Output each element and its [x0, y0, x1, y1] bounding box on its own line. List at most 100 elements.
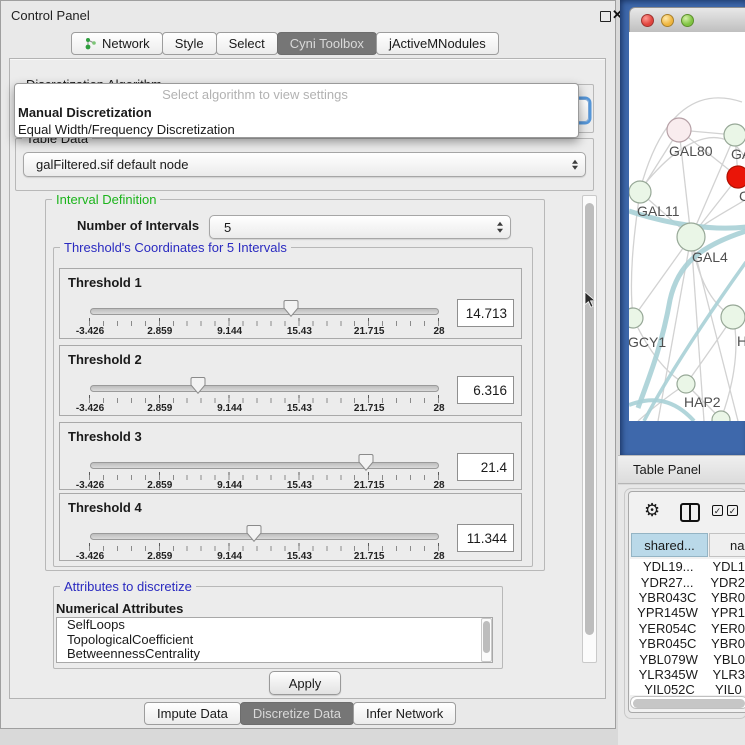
threshold-4-block: Threshold 4 -3.4262.8599.14415.4321.7152… — [59, 493, 522, 561]
tab-jactivemnodules[interactable]: jActiveMNodules — [376, 32, 499, 55]
threshold-1-slider[interactable]: -3.4262.8599.14415.4321.71528 — [90, 299, 439, 339]
table-row[interactable]: YDR27... YDR2 — [630, 574, 745, 589]
tick-label: 2.859 — [147, 480, 172, 491]
settings-scrollbar[interactable] — [582, 195, 597, 663]
cell-name[interactable]: YPR1 — [705, 605, 745, 620]
threshold-3-value-field[interactable]: 21.4 — [457, 453, 514, 481]
network-node[interactable] — [677, 223, 705, 251]
tick-labels: -3.4262.8599.14415.4321.71528 — [90, 403, 439, 414]
settings-gear-icon[interactable]: ⚙ — [644, 501, 660, 519]
table-row[interactable]: YPR145W YPR1 — [630, 605, 745, 620]
tab-network[interactable]: Network — [71, 32, 163, 55]
node-label: GAL4 — [692, 249, 728, 265]
cell-shared-name[interactable]: YDR27... — [630, 575, 704, 590]
slider-thumb[interactable] — [247, 525, 262, 542]
tab-style[interactable]: Style — [162, 32, 217, 55]
slider-thumb[interactable] — [191, 377, 206, 394]
cell-name[interactable]: YBR0 — [705, 636, 745, 651]
tab-cyni-toolbox[interactable]: Cyni Toolbox — [277, 32, 377, 55]
table-data-combobox[interactable]: galFiltered.sif default node — [23, 152, 586, 177]
threshold-4-slider[interactable]: -3.4262.8599.14415.4321.71528 — [90, 524, 439, 564]
slider-track[interactable] — [90, 385, 439, 392]
tick-label: 2.859 — [147, 326, 172, 337]
threshold-2-slider[interactable]: -3.4262.8599.14415.4321.71528 — [90, 376, 439, 416]
slider-track[interactable] — [90, 533, 439, 540]
network-node[interactable] — [727, 166, 745, 188]
scrollbar-thumb[interactable] — [633, 699, 745, 708]
zoom-traffic-light[interactable] — [681, 14, 694, 27]
tab-label: Infer Network — [366, 706, 443, 721]
slider-thumb[interactable] — [284, 300, 299, 317]
slider-track[interactable] — [90, 462, 439, 469]
tick-label: 9.144 — [217, 480, 242, 491]
column-header-shared-name[interactable]: shared... — [631, 533, 708, 557]
tab-infer-network[interactable]: Infer Network — [353, 702, 456, 725]
table-horizontal-scrollbar[interactable] — [630, 696, 745, 709]
tab-select[interactable]: Select — [216, 32, 278, 55]
dropdown-item-manual-discretization[interactable]: Manual Discretization — [15, 104, 578, 121]
cell-name[interactable]: YDR2 — [704, 575, 745, 590]
network-node[interactable] — [629, 181, 651, 203]
network-window-titlebar[interactable] — [629, 7, 745, 32]
apply-button[interactable]: Apply — [269, 671, 341, 695]
split-table-icon[interactable] — [680, 503, 700, 522]
dropdown-hint: Select algorithm to view settings — [15, 87, 495, 102]
tab-discretize-data[interactable]: Discretize Data — [240, 702, 354, 725]
table-row[interactable]: YBR045C YBR0 — [630, 636, 745, 651]
table-row[interactable]: YER054C YER0 — [630, 621, 745, 636]
scrollbar-thumb[interactable] — [483, 621, 490, 653]
cell-name[interactable]: YBL0 — [707, 652, 745, 667]
attribute-list-item[interactable]: SelfLoops — [57, 618, 492, 633]
minimize-traffic-light[interactable] — [661, 14, 674, 27]
scrollbar-thumb[interactable] — [585, 203, 594, 635]
threshold-4-value-field[interactable]: 11.344 — [457, 524, 514, 552]
tab-impute-data[interactable]: Impute Data — [144, 702, 241, 725]
network-node[interactable] — [724, 124, 745, 146]
cell-name[interactable]: YDL1 — [706, 559, 745, 574]
table-panel-title: Table Panel — [633, 462, 701, 477]
select-all-checkbox-icon[interactable]: ✓ — [712, 505, 723, 516]
cell-name[interactable]: YBR0 — [705, 590, 745, 605]
threshold-3-slider[interactable]: -3.4262.8599.14415.4321.71528 — [90, 453, 439, 493]
cell-shared-name[interactable]: YBR045C — [630, 636, 705, 651]
attributes-list-scrollbar[interactable] — [481, 618, 492, 662]
slider-track[interactable] — [90, 308, 439, 315]
table-data-combo-value: galFiltered.sif default node — [36, 157, 188, 172]
column-header-name[interactable]: na — [709, 533, 745, 557]
cell-shared-name[interactable]: YER054C — [630, 621, 705, 636]
slider-ticks — [89, 395, 440, 403]
table-row[interactable]: YIL052C YIL0 — [630, 682, 745, 695]
attribute-list-item[interactable]: TopologicalCoefficient — [57, 633, 492, 648]
numerical-attributes-list[interactable]: SelfLoopsTopologicalCoefficientBetweenne… — [56, 617, 493, 663]
cell-shared-name[interactable]: YDL19... — [630, 559, 706, 574]
close-traffic-light[interactable] — [641, 14, 654, 27]
cell-shared-name[interactable]: YPR145W — [630, 605, 705, 620]
screen: Control Panel ✕ Network Style Select Cyn… — [0, 0, 745, 745]
cell-name[interactable]: YLR3 — [706, 667, 745, 682]
dropdown-item-equal-width-frequency[interactable]: Equal Width/Frequency Discretization — [15, 121, 578, 138]
cell-shared-name[interactable]: YIL052C — [630, 682, 709, 695]
cell-shared-name[interactable]: YBL079W — [630, 652, 707, 667]
table-row[interactable]: YBR043C YBR0 — [630, 590, 745, 605]
float-window-icon[interactable] — [600, 11, 611, 22]
cell-name[interactable]: YER0 — [705, 621, 745, 636]
network-node[interactable] — [629, 308, 643, 328]
attribute-list-item[interactable]: BetweennessCentrality — [57, 647, 492, 662]
network-node[interactable] — [667, 118, 691, 142]
select-all-checkbox-icon-2[interactable]: ✓ — [727, 505, 738, 516]
table-row[interactable]: YLR345W YLR3 — [630, 667, 745, 682]
cell-shared-name[interactable]: YBR043C — [630, 590, 705, 605]
network-node[interactable] — [677, 375, 695, 393]
cell-name[interactable]: YIL0 — [709, 682, 742, 695]
threshold-2-value-field[interactable]: 6.316 — [457, 376, 514, 404]
slider-thumb[interactable] — [358, 454, 373, 471]
network-canvas[interactable]: GAL80GACAGAL11GAL4GCY1HAHAP2 — [629, 32, 745, 421]
node-table[interactable]: YDL19... YDL1 YDR27... YDR2 YBR043C YBR0… — [630, 559, 745, 695]
cell-shared-name[interactable]: YLR345W — [630, 667, 706, 682]
threshold-1-value-field[interactable]: 14.713 — [457, 299, 514, 327]
table-row[interactable]: YBL079W YBL0 — [630, 651, 745, 666]
number-of-intervals-combobox[interactable]: 5 — [209, 215, 511, 239]
table-row[interactable]: YDL19... YDL1 — [630, 559, 745, 574]
network-node[interactable] — [721, 305, 745, 329]
tick-label: 21.715 — [354, 403, 385, 414]
